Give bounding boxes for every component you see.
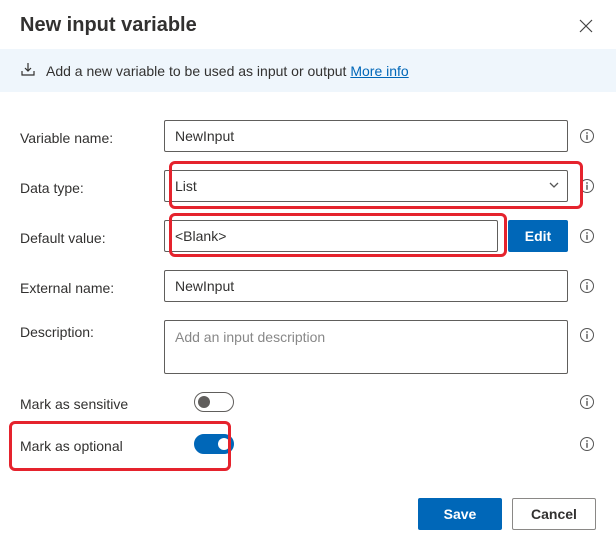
close-icon — [579, 19, 593, 33]
cancel-button[interactable]: Cancel — [512, 498, 596, 530]
label-external-name: External name: — [20, 276, 154, 296]
info-icon-variable-name[interactable] — [578, 127, 596, 145]
description-input[interactable] — [164, 320, 568, 374]
label-mark-sensitive: Mark as sensitive — [20, 392, 184, 412]
label-description: Description: — [20, 320, 154, 340]
close-button[interactable] — [576, 16, 596, 36]
more-info-link[interactable]: More info — [350, 63, 408, 79]
banner-text: Add a new variable to be used as input o… — [46, 63, 409, 79]
info-icon-data-type[interactable] — [578, 177, 596, 195]
import-icon — [20, 61, 36, 80]
data-type-select[interactable] — [164, 170, 568, 202]
info-icon-external-name[interactable] — [578, 277, 596, 295]
default-value-field — [164, 220, 498, 252]
info-icon-mark-optional[interactable] — [578, 435, 596, 453]
form-body: Variable name: Data type: Default value: — [0, 92, 616, 484]
variable-name-input[interactable] — [164, 120, 568, 152]
label-default-value: Default value: — [20, 226, 154, 246]
edit-default-value-button[interactable]: Edit — [508, 220, 568, 252]
dialog-title: New input variable — [20, 14, 197, 37]
info-icon-mark-sensitive[interactable] — [578, 393, 596, 411]
mark-sensitive-toggle[interactable] — [194, 392, 234, 412]
external-name-input[interactable] — [164, 270, 568, 302]
label-mark-optional: Mark as optional — [20, 434, 184, 454]
save-button[interactable]: Save — [418, 498, 502, 530]
label-data-type: Data type: — [20, 176, 154, 196]
label-variable-name: Variable name: — [20, 126, 154, 146]
info-banner: Add a new variable to be used as input o… — [0, 49, 616, 92]
mark-optional-toggle[interactable] — [194, 434, 234, 454]
info-icon-description[interactable] — [578, 326, 596, 344]
info-icon-default-value[interactable] — [578, 227, 596, 245]
